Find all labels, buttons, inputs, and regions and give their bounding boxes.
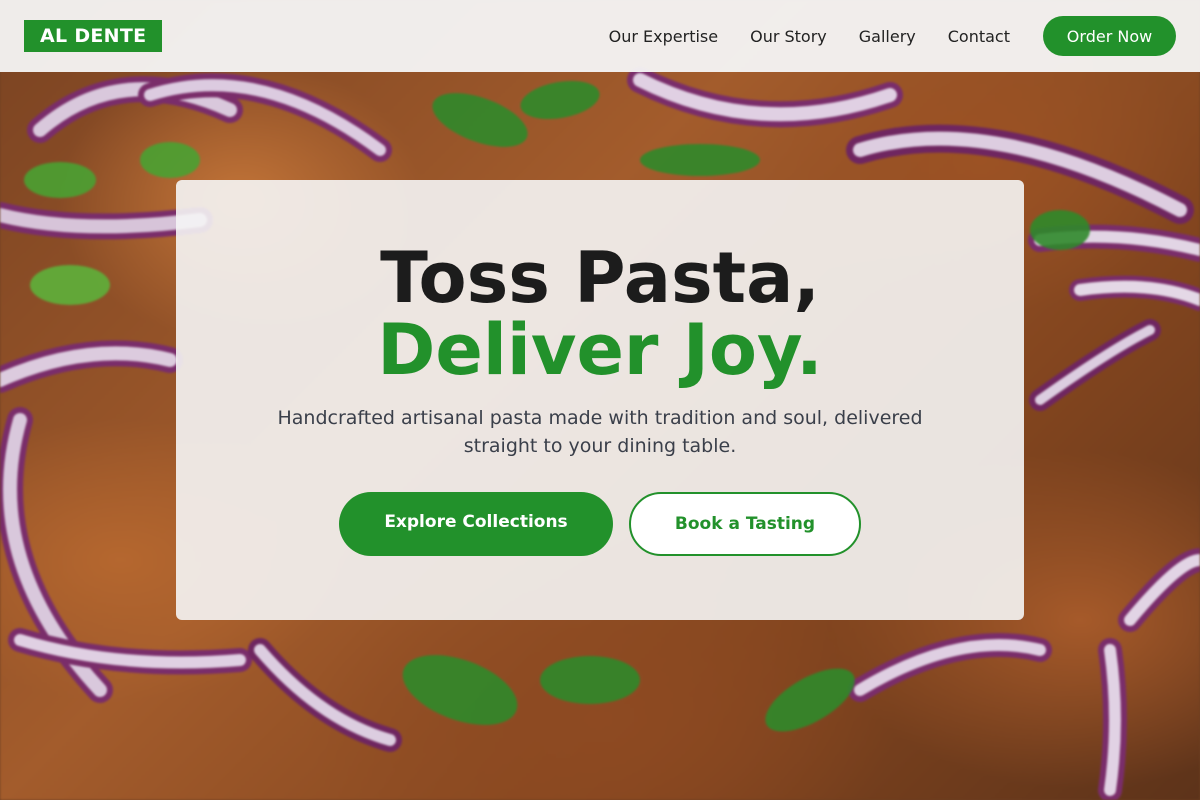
headline-line-2: Deliver Joy. bbox=[377, 309, 823, 391]
nav-link-contact[interactable]: Contact bbox=[948, 27, 1010, 46]
nav-link-gallery[interactable]: Gallery bbox=[859, 27, 916, 46]
hero-card: Toss Pasta, Deliver Joy. Handcrafted art… bbox=[176, 180, 1024, 620]
navbar: AL DENTE Our Expertise Our Story Gallery… bbox=[0, 0, 1200, 72]
brand-logo[interactable]: AL DENTE bbox=[24, 20, 163, 52]
hero-headline: Toss Pasta, Deliver Joy. bbox=[176, 242, 1024, 386]
order-now-button[interactable]: Order Now bbox=[1043, 16, 1176, 56]
nav-link-our-expertise[interactable]: Our Expertise bbox=[609, 27, 718, 46]
hero-subtitle: Handcrafted artisanal pasta made with tr… bbox=[277, 407, 923, 457]
nav-links: Our Expertise Our Story Gallery Contact … bbox=[609, 0, 1176, 72]
book-tasting-button[interactable]: Book a Tasting bbox=[629, 492, 861, 556]
explore-collections-button[interactable]: Explore Collections bbox=[339, 492, 613, 556]
headline-line-1: Toss Pasta, bbox=[380, 237, 820, 319]
nav-link-our-story[interactable]: Our Story bbox=[750, 27, 827, 46]
